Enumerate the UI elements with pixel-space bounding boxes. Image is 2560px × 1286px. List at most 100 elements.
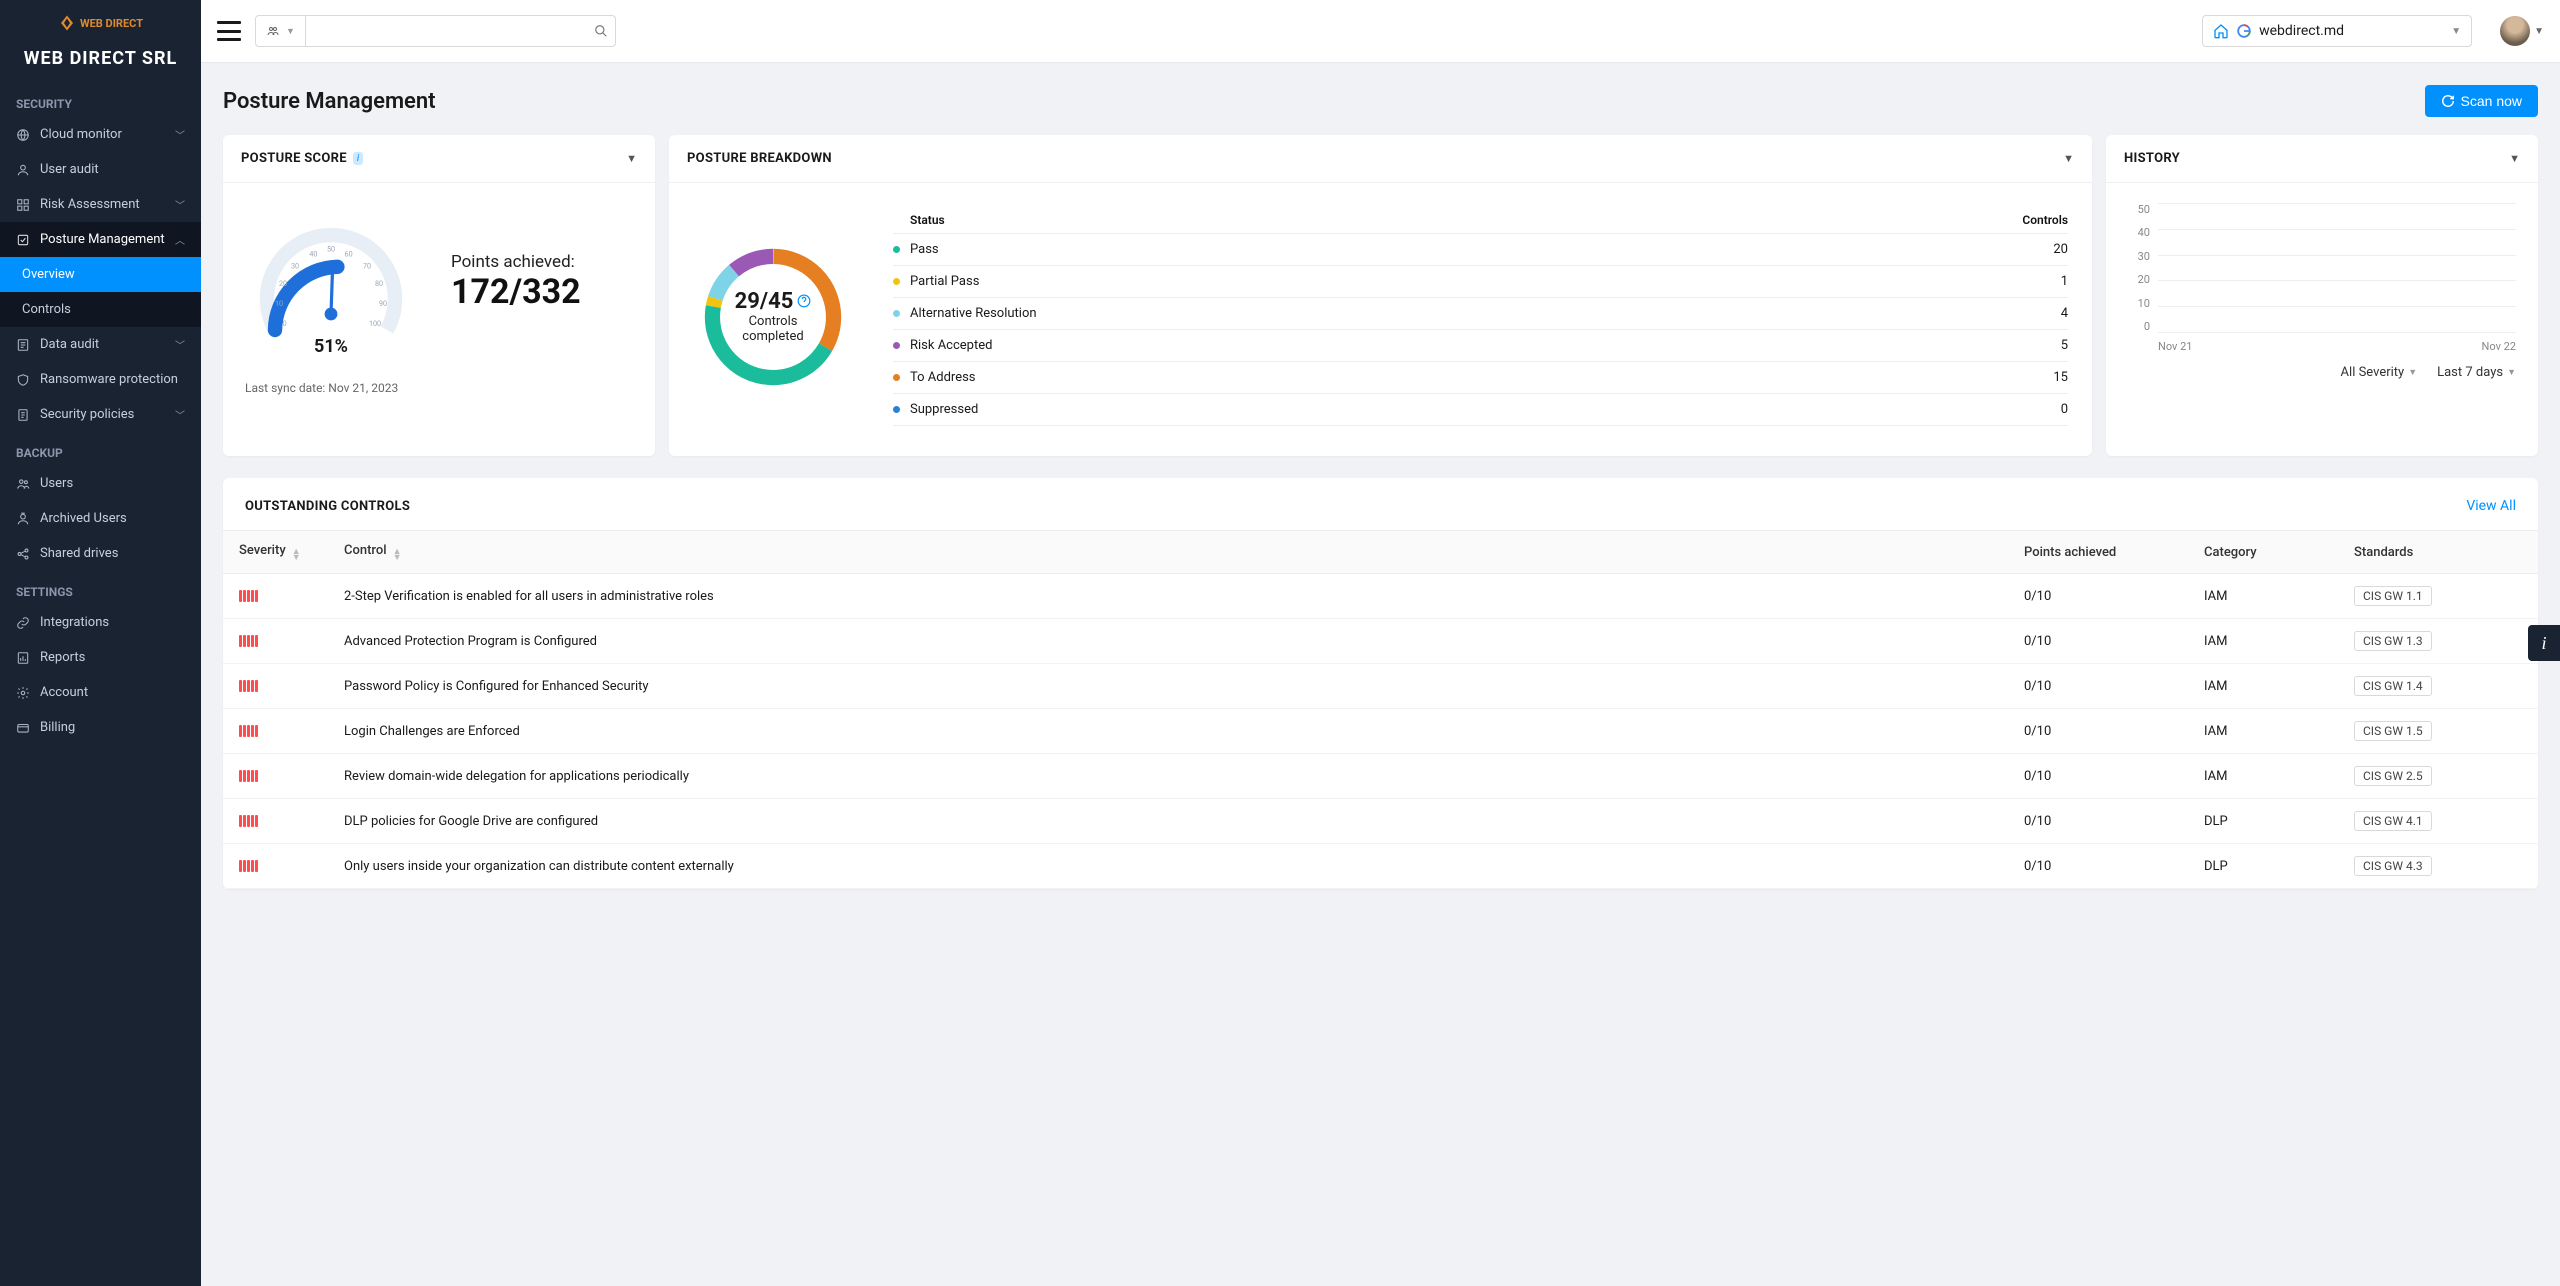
table-row[interactable]: Advanced Protection Program is Configure… xyxy=(223,619,2538,664)
standard-chip: CIS GW 1.5 xyxy=(2354,721,2432,741)
chevron-down-icon[interactable]: ▼ xyxy=(2534,26,2544,37)
data-icon xyxy=(16,338,30,352)
table-row[interactable]: DLP policies for Google Drive are config… xyxy=(223,799,2538,844)
sidebar-item-posture-management[interactable]: Posture Management︿ xyxy=(0,222,201,257)
share-icon xyxy=(16,547,30,561)
donut-center-label: Controls completed xyxy=(733,313,813,344)
chevron-down-icon: ▼ xyxy=(2408,367,2417,378)
sidebar-item-users[interactable]: Users xyxy=(0,466,201,501)
sidebar-item-label: Ransomware protection xyxy=(40,372,178,387)
sidebar-item-label: Users xyxy=(40,476,73,491)
scan-now-button[interactable]: Scan now xyxy=(2425,85,2538,117)
sidebar-subitem-controls[interactable]: Controls xyxy=(0,292,201,327)
table-row[interactable]: Password Policy is Configured for Enhanc… xyxy=(223,664,2538,709)
column-header[interactable]: Severity▲▼ xyxy=(223,531,328,574)
sidebar-item-cloud-monitor[interactable]: Cloud monitor﹀ xyxy=(0,117,201,152)
status-row: Alternative Resolution4 xyxy=(893,297,2068,329)
standard-chip: CIS GW 2.5 xyxy=(2354,766,2432,786)
sidebar-item-label: Data audit xyxy=(40,337,99,352)
control-name: Advanced Protection Program is Configure… xyxy=(328,619,2008,664)
severity-filter[interactable]: All Severity ▼ xyxy=(2341,365,2418,380)
sidebar-item-label: Controls xyxy=(22,302,71,317)
card-menu-button[interactable]: ▼ xyxy=(2063,152,2074,165)
range-filter[interactable]: Last 7 days ▼ xyxy=(2437,365,2516,380)
status-count: 20 xyxy=(2053,242,2068,257)
status-row: Partial Pass1 xyxy=(893,265,2068,297)
sidebar-item-risk-assessment[interactable]: Risk Assessment﹀ xyxy=(0,187,201,222)
ytick: 10 xyxy=(2128,297,2150,310)
ytick: 20 xyxy=(2128,273,2150,286)
status-count: 15 xyxy=(2053,370,2068,385)
sidebar-item-security-policies[interactable]: Security policies﹀ xyxy=(0,397,201,432)
archive-icon xyxy=(16,512,30,526)
control-name: Login Challenges are Enforced xyxy=(328,709,2008,754)
avatar[interactable] xyxy=(2500,16,2530,46)
sidebar-item-billing[interactable]: Billing xyxy=(0,710,201,745)
search-input[interactable] xyxy=(306,15,616,47)
report-icon xyxy=(16,651,30,665)
ytick: 30 xyxy=(2128,250,2150,263)
sidebar-item-label: Account xyxy=(40,685,88,700)
card-title: POSTURE BREAKDOWN xyxy=(687,151,832,166)
sidebar-item-user-audit[interactable]: User audit xyxy=(0,152,201,187)
column-header[interactable]: Control▲▼ xyxy=(328,531,2008,574)
posture-score-card: POSTURE SCORE i ▼ 01020 xyxy=(223,135,655,456)
control-name: DLP policies for Google Drive are config… xyxy=(328,799,2008,844)
standard-chip: CIS GW 4.3 xyxy=(2354,856,2432,876)
sidebar-item-label: Integrations xyxy=(40,615,109,630)
svg-text:100: 100 xyxy=(369,319,381,328)
status-row: To Address15 xyxy=(893,361,2068,393)
points-achieved: 0/10 xyxy=(2008,664,2188,709)
info-icon[interactable]: i xyxy=(353,152,363,165)
help-icon[interactable] xyxy=(797,294,811,308)
sidebar-item-reports[interactable]: Reports xyxy=(0,640,201,675)
search-icon[interactable] xyxy=(594,24,608,38)
table-row[interactable]: Review domain-wide delegation for applic… xyxy=(223,754,2538,799)
svg-text:30: 30 xyxy=(291,261,299,270)
domain-select[interactable]: webdirect.md ▼ xyxy=(2202,15,2472,47)
standard-chip: CIS GW 1.3 xyxy=(2354,631,2432,651)
status-name: To Address xyxy=(910,370,2053,385)
main: ▼ webdirect.md ▼ ▼ Posture Managem xyxy=(201,0,2560,1286)
column-header[interactable]: Standards xyxy=(2338,531,2538,574)
svg-text:0: 0 xyxy=(283,319,287,328)
svg-text:50: 50 xyxy=(327,245,335,254)
card-menu-button[interactable]: ▼ xyxy=(626,152,637,165)
svg-text:90: 90 xyxy=(379,299,387,308)
sidebar-item-archived-users[interactable]: Archived Users xyxy=(0,501,201,536)
control-name: Review domain-wide delegation for applic… xyxy=(328,754,2008,799)
category: IAM xyxy=(2188,619,2338,664)
chevron-down-icon: ﹀ xyxy=(175,197,185,212)
status-row: Pass20 xyxy=(893,233,2068,265)
users-icon xyxy=(266,25,280,37)
sidebar-item-ransomware-protection[interactable]: Ransomware protection xyxy=(0,362,201,397)
last-sync: Last sync date: Nov 21, 2023 xyxy=(223,367,655,415)
sidebar-item-label: Overview xyxy=(22,267,75,282)
search-scope-select[interactable]: ▼ xyxy=(255,15,306,47)
table-row[interactable]: Login Challenges are Enforced 0/10 IAM C… xyxy=(223,709,2538,754)
points-label: Points achieved: xyxy=(451,252,581,272)
table-row[interactable]: Only users inside your organization can … xyxy=(223,844,2538,889)
view-all-link[interactable]: View All xyxy=(2466,498,2516,514)
sidebar-item-data-audit[interactable]: Data audit﹀ xyxy=(0,327,201,362)
info-tab-button[interactable]: i xyxy=(2528,625,2560,661)
points-achieved: 0/10 xyxy=(2008,799,2188,844)
sidebar-subitem-overview[interactable]: Overview xyxy=(0,257,201,292)
menu-toggle-button[interactable] xyxy=(217,21,241,41)
status-dot-icon xyxy=(893,342,900,349)
sidebar-item-shared-drives[interactable]: Shared drives xyxy=(0,536,201,571)
control-name: Password Policy is Configured for Enhanc… xyxy=(328,664,2008,709)
sidebar-item-integrations[interactable]: Integrations xyxy=(0,605,201,640)
severity-indicator xyxy=(239,635,312,647)
table-row[interactable]: 2-Step Verification is enabled for all u… xyxy=(223,574,2538,619)
sidebar-item-account[interactable]: Account xyxy=(0,675,201,710)
status-dot-icon xyxy=(893,246,900,253)
xtick: Nov 22 xyxy=(2482,340,2516,353)
history-chart: 50403020100 Nov 21Nov 22 xyxy=(2128,203,2516,353)
sort-icon: ▲▼ xyxy=(292,549,301,561)
card-menu-button[interactable]: ▼ xyxy=(2509,152,2520,165)
severity-indicator xyxy=(239,680,312,692)
status-name: Risk Accepted xyxy=(910,338,2061,353)
column-header[interactable]: Category xyxy=(2188,531,2338,574)
column-header[interactable]: Points achieved xyxy=(2008,531,2188,574)
